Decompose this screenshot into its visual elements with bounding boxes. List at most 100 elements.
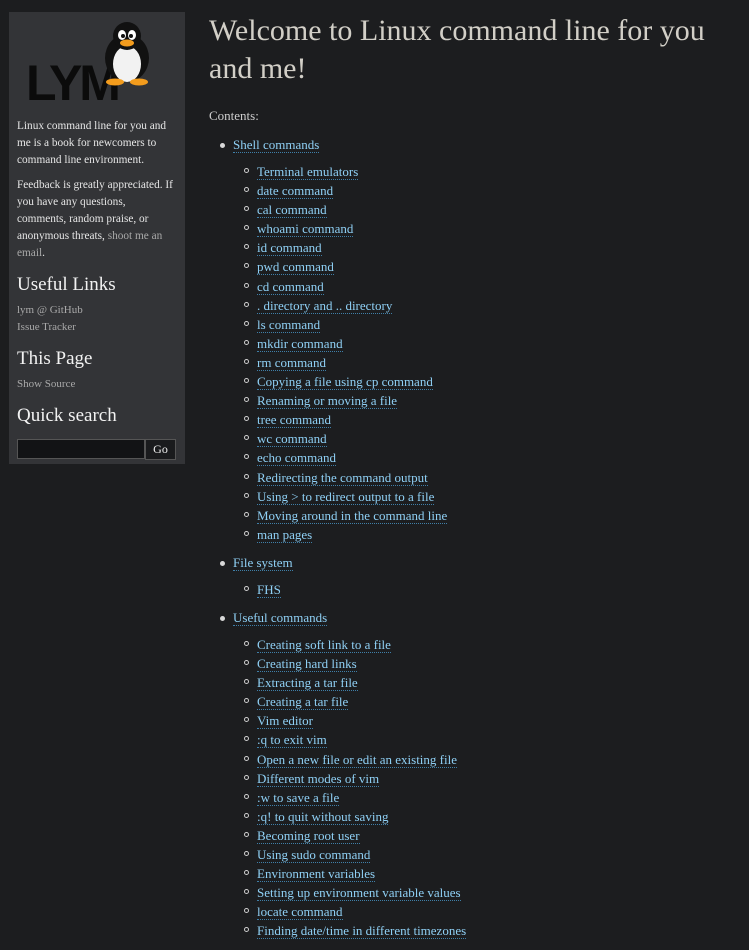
toc-subsection: echo command — [233, 449, 744, 468]
toc-subsection: :q! to quit without saving — [233, 808, 744, 827]
toc-subsection: id command — [233, 239, 744, 258]
toc-subsection-link[interactable]: Renaming or moving a file — [257, 393, 398, 410]
toc-subsection-link[interactable]: cal command — [257, 202, 327, 219]
toc-subsection-link[interactable]: pwd command — [257, 259, 334, 276]
toc-subsection: Environment variables — [233, 865, 744, 884]
toc-subsection-link[interactable]: Different modes of vim — [257, 770, 380, 787]
toc-subsection: rm command — [233, 354, 744, 373]
page-title: Welcome to Linux command line for you an… — [209, 14, 705, 85]
toc-subsection-link[interactable]: . directory and .. directory — [257, 297, 393, 314]
toc-subsection-link[interactable]: Vim editor — [257, 713, 313, 730]
toc-subsection-link[interactable]: Copying a file using cp command — [257, 374, 433, 391]
toc-subsection-link[interactable]: Setting up environment variable values — [257, 885, 461, 902]
toc-subsection: Terminal emulators — [233, 163, 744, 182]
toc-subsection: ls command — [233, 316, 744, 335]
toc-subsection: Setting up environment variable values — [233, 884, 744, 903]
toc-subsection-link[interactable]: wc command — [257, 431, 327, 448]
toc-subsection-link[interactable]: cd command — [257, 278, 324, 295]
toc-subsection: wc command — [233, 430, 744, 449]
main-content: Welcome to Linux command line for you an… — [209, 12, 744, 950]
quick-search-heading: Quick search — [17, 405, 117, 426]
toc-subsection-link[interactable]: id command — [257, 240, 322, 257]
toc-subsection-list: FHS — [233, 581, 744, 600]
toc-subsection: Creating hard links — [233, 655, 744, 674]
toc-subsection: Creating soft link to a file — [233, 636, 744, 655]
toc-subsection-link[interactable]: man pages — [257, 526, 313, 543]
toc-subsection-link[interactable]: Creating hard links — [257, 656, 357, 673]
toc-subsection: FHS — [233, 581, 744, 600]
toc-subsection-link[interactable]: :q! to quit without saving — [257, 808, 389, 825]
toc-subsection: mkdir command — [233, 335, 744, 354]
toc-subsection-link[interactable]: Open a new file or edit an existing file — [257, 751, 457, 768]
toc-subsection: cd command — [233, 278, 744, 297]
toc-subsection: Different modes of vim — [233, 770, 744, 789]
toc-subsection-link[interactable]: rm command — [257, 354, 326, 371]
toc-subsection-link[interactable]: Using sudo command — [257, 847, 371, 863]
toc-subsection-link[interactable]: whoami command — [257, 221, 354, 238]
toc-subsection-link[interactable]: Using > to redirect output to a file — [257, 488, 435, 505]
toc-section: File system FHS — [209, 554, 744, 600]
site-description: Linux command line for you and me is a b… — [17, 120, 167, 166]
contents-label: Contents: — [209, 108, 259, 123]
toc-subsection: Moving around in the command line — [233, 507, 744, 526]
toc-subsection-link[interactable]: :q to exit vim — [257, 732, 327, 749]
show-source-link[interactable]: Show Source — [17, 376, 177, 393]
search-form: Go — [17, 439, 177, 460]
toc-section: Useful commands Creating soft link to a f… — [209, 609, 744, 942]
search-input[interactable] — [17, 439, 145, 459]
go-button[interactable]: Go — [145, 439, 176, 460]
toc-subsection: Renaming or moving a file — [233, 392, 744, 411]
tux-penguin-icon — [105, 22, 149, 86]
toc-subsection: Open a new file or edit an existing file — [233, 751, 744, 770]
sidebar: LYM Linux command line for you and me is… — [9, 12, 185, 464]
useful-links-heading: Useful Links — [17, 274, 116, 295]
logo[interactable]: LYM — [17, 12, 177, 112]
feedback-text: Feedback is greatly appreciated. If you … — [17, 179, 173, 259]
toc-subsection-link[interactable]: Terminal emulators — [257, 164, 359, 180]
toc-subsection-list: Creating soft link to a file Creating har… — [233, 636, 744, 942]
issue-tracker-link[interactable]: Issue Tracker — [17, 319, 177, 336]
toc-subsection: Copying a file using cp command — [233, 373, 744, 392]
toc-subsection-link[interactable]: ls command — [257, 316, 321, 333]
toc-subsection: date command — [233, 182, 744, 201]
toc-subsection: Finding date/time in different timezones — [233, 922, 744, 941]
toc-subsection-list: Terminal emulators date command cal comman… — [233, 163, 744, 545]
toc-subsection-link[interactable]: mkdir command — [257, 335, 343, 352]
toc-subsection: Using sudo command — [233, 846, 744, 865]
toc-subsection: Creating a tar file — [233, 693, 744, 712]
toc-subsection-link[interactable]: Creating soft link to a file — [257, 636, 391, 653]
toc-subsection-link[interactable]: locate command — [257, 904, 343, 921]
toc-subsection-link[interactable]: echo command — [257, 450, 337, 467]
toc-section: Shell commands Terminal emulators date com… — [209, 136, 744, 545]
toc-section-link[interactable]: File system — [233, 554, 293, 571]
toc-subsection: :q to exit vim — [233, 731, 744, 750]
toc-subsection-link[interactable]: Becoming root user — [257, 827, 360, 844]
toc-subsection: cal command — [233, 201, 744, 220]
toc-subsection-link[interactable]: Moving around in the command line — [257, 507, 448, 524]
toc-subsection: Redirecting the command output — [233, 469, 744, 488]
toc-section-link[interactable]: Useful commands — [233, 609, 328, 626]
toc-subsection: Extracting a tar file — [233, 674, 744, 693]
github-link[interactable]: lym @ GitHub — [17, 302, 177, 319]
toc-subsection: Vim editor — [233, 712, 744, 731]
toc-subsection-link[interactable]: Extracting a tar file — [257, 675, 358, 692]
toc-subsection-link[interactable]: Creating a tar file — [257, 694, 349, 711]
toc-subsection-link[interactable]: :w to save a file — [257, 789, 340, 806]
toc-subsection: :w to save a file — [233, 789, 744, 808]
toc-subsection-link[interactable]: tree command — [257, 412, 331, 429]
toc-subsection: pwd command — [233, 258, 744, 277]
toc-subsection: tree command — [233, 411, 744, 430]
toc-subsection: Becoming root user — [233, 827, 744, 846]
toc-section-link[interactable]: Shell commands — [233, 137, 320, 153]
this-page-heading: This Page — [17, 348, 93, 369]
toc-subsection-link[interactable]: Environment variables — [257, 866, 376, 883]
toc-subsection-link[interactable]: date command — [257, 183, 334, 200]
toc-subsection: man pages — [233, 526, 744, 545]
table-of-contents: Shell commands Terminal emulators date com… — [209, 136, 744, 941]
toc-subsection: . directory and .. directory — [233, 297, 744, 316]
toc-subsection: Using > to redirect output to a file — [233, 488, 744, 507]
toc-subsection-link[interactable]: FHS — [257, 581, 281, 598]
toc-subsection: whoami command — [233, 220, 744, 239]
toc-subsection-link[interactable]: Redirecting the command output — [257, 469, 428, 486]
toc-subsection: locate command — [233, 903, 744, 922]
